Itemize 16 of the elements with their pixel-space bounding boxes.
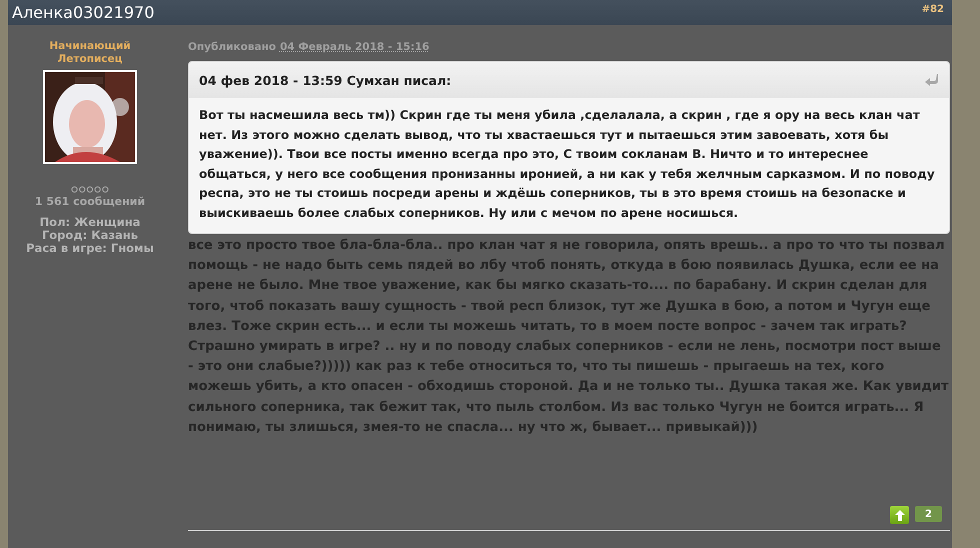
post-number-link[interactable]: #82 [922,4,944,15]
vote-count[interactable]: 2 [915,506,942,522]
quote-header: 04 фев 2018 - 13:59 Сумхан писал: [199,72,452,88]
up-arrow-icon [894,510,904,520]
post-date-link[interactable]: 04 Февраль 2018 - 15:16 [280,41,430,53]
quote-text: Вот ты насмешила весь тм)) Скрин где ты меня убила ,сделалала, а скрин , где я ору на весь клан чат нет. Из этого можно сделать вывод, что ты хвастаешься тут и пытаешься этим завоевать, хотя бы уважение)). Твои все посты именно всегда про это, С твоим сокланам В. Ничто и то интереснее общаться, у него все сообщения пронизанны иронией, а ни как у тебя желчным сарказмом. И по поводу респа, это не ты стоишь посреди арены и ждёшь соперников, ты в это время стоишь на безопаске и выискиваешь более слабых соперников. Ну или с мечом по арене носишься. [198,107,936,222]
post-author-title: Аленка03021970 [12,3,154,22]
user-rank: Начинающий Летописец [48,40,132,66]
reputation-pips-icon [71,186,109,193]
upvote-button[interactable] [890,506,909,524]
reply-arrow-icon[interactable] [925,74,939,86]
profile-field: Город: Казань [42,229,138,242]
profile-field: Пол: Женщина [40,216,140,229]
post-count: 1 561 сообщений [34,195,146,208]
published-label: Опубликовано [188,41,276,53]
profile-field: Раса в игре: Гномы [26,242,154,255]
